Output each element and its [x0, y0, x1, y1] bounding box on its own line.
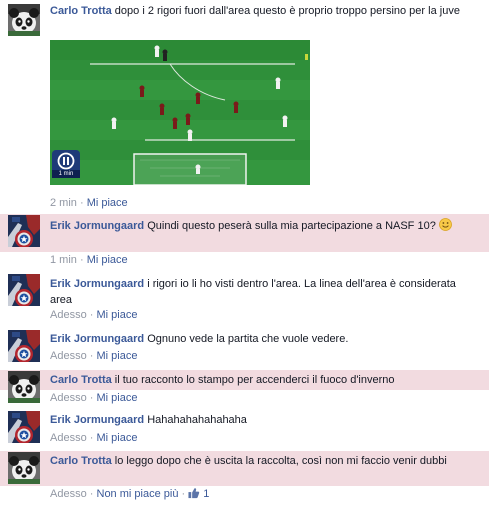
comment-author[interactable]: Erik Jormungaard	[50, 278, 144, 290]
avatar-carlo-trotta[interactable]	[8, 452, 40, 484]
comment-timestamp[interactable]: Adesso	[50, 309, 87, 321]
panda-avatar-icon	[8, 371, 40, 403]
comment-text: Hahahahahahahaha	[147, 414, 247, 426]
comment-author[interactable]: Erik Jormungaard	[50, 414, 144, 426]
thumbs-up-icon	[188, 488, 200, 499]
video-thumbnail[interactable]: 1 min	[50, 40, 310, 185]
avatar-erik-jormungaard[interactable]	[8, 274, 40, 306]
comment-text: Ognuno vede la partita che vuole vedere.	[147, 333, 349, 345]
like-link[interactable]: Mi piace	[87, 254, 128, 266]
comment-author[interactable]: Carlo Trotta	[50, 455, 112, 467]
comment-item: Erik Jormungaard Hahahahahahahaha Adesso…	[0, 411, 489, 447]
comment-timestamp[interactable]: 2 min	[50, 197, 77, 209]
comment-text: dopo i 2 rigori fuori dall'area questo è…	[114, 5, 460, 17]
avatar-carlo-trotta[interactable]	[8, 371, 40, 403]
like-count[interactable]: 1	[188, 488, 209, 500]
comment-timestamp[interactable]: 1 min	[50, 254, 77, 266]
smiley-icon	[438, 218, 452, 231]
avatar-erik-jormungaard[interactable]	[8, 215, 40, 247]
comment-text: il tuo racconto lo stampo per accenderci…	[114, 374, 395, 386]
panda-avatar-icon	[8, 4, 40, 36]
comment-author[interactable]: Carlo Trotta	[50, 5, 112, 17]
captain-america-avatar-icon	[8, 215, 40, 247]
comment-item: Erik Jormungaard Ognuno vede la partita …	[0, 330, 489, 366]
comment-author[interactable]: Carlo Trotta	[50, 374, 112, 386]
like-link[interactable]: Mi piace	[97, 392, 138, 404]
comment-timestamp[interactable]: Adesso	[50, 432, 87, 444]
like-link[interactable]: Mi piace	[97, 350, 138, 362]
comment-item: Carlo Trotta il tuo racconto lo stampo p…	[0, 370, 489, 403]
captain-america-avatar-icon	[8, 274, 40, 306]
comment-timestamp[interactable]: Adesso	[50, 392, 87, 404]
like-link[interactable]: Mi piace	[87, 197, 128, 209]
comment-text: lo leggo dopo che è uscita la raccolta, …	[114, 455, 447, 467]
comment-author[interactable]: Erik Jormungaard	[50, 220, 144, 232]
comment-text: Quindi questo peserà sulla mia partecipa…	[147, 220, 436, 232]
avatar-erik-jormungaard[interactable]	[8, 330, 40, 362]
comment-item: Erik Jormungaard i rigori io li ho visti…	[0, 274, 489, 324]
avatar-erik-jormungaard[interactable]	[8, 411, 40, 443]
comment-timestamp[interactable]: Adesso	[50, 488, 87, 500]
like-link[interactable]: Mi piace	[97, 432, 138, 444]
panda-avatar-icon	[8, 452, 40, 484]
avatar-carlo-trotta[interactable]	[8, 4, 40, 36]
comment-timestamp[interactable]: Adesso	[50, 350, 87, 362]
unlike-link[interactable]: Non mi piace più	[97, 488, 179, 500]
comment-item: Erik Jormungaard Quindi questo peserà su…	[0, 214, 489, 252]
comment-author[interactable]: Erik Jormungaard	[50, 333, 144, 345]
captain-america-avatar-icon	[8, 330, 40, 362]
captain-america-avatar-icon	[8, 411, 40, 443]
video-duration: 1 min	[58, 171, 74, 177]
video-play-icon[interactable]: 1 min	[52, 150, 80, 178]
comment-item: Carlo Trotta lo leggo dopo che è uscita …	[0, 451, 489, 486]
like-link[interactable]: Mi piace	[97, 309, 138, 321]
comment-item: Carlo Trotta dopo i 2 rigori fuori dall'…	[0, 0, 489, 212]
